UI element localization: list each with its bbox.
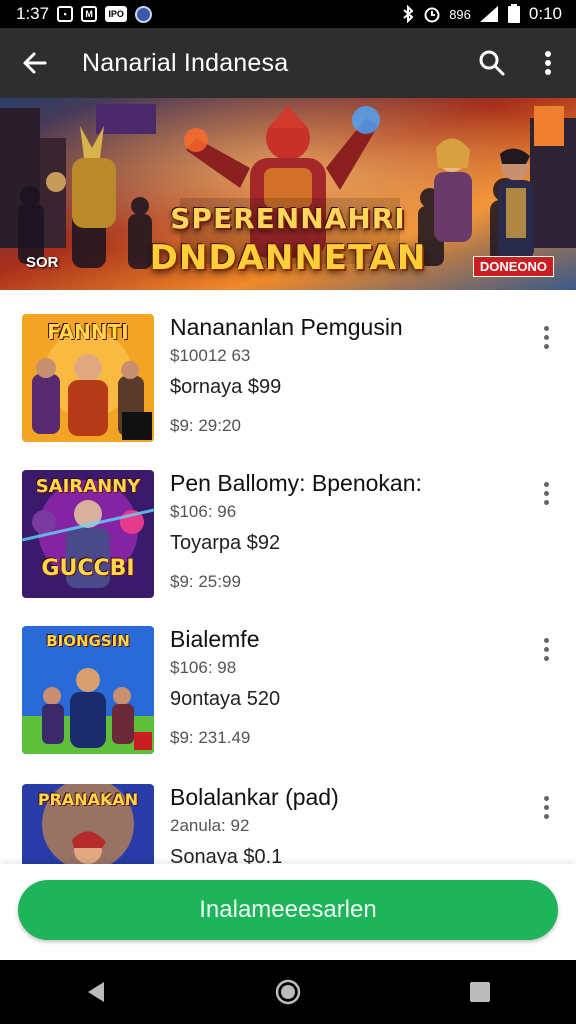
nav-recents-icon <box>470 982 490 1002</box>
game-list: FANNTI Nanananlan Pemgusin $10012 63 $or… <box>0 290 576 864</box>
primary-action-button[interactable]: Inalameeesarlen <box>18 880 558 940</box>
battery-icon <box>507 4 521 24</box>
app-box-icon: M <box>81 6 98 22</box>
game-price: $ornaya $99 <box>170 376 282 398</box>
game-thumbnail[interactable]: BIONGSIN <box>22 626 154 754</box>
game-price: Toyarpa $92 <box>170 532 281 554</box>
system-nav-bar <box>0 960 576 1024</box>
game-title: Bolalankar (pad) <box>170 784 339 810</box>
game-price: Sonaya $0.1 <box>170 846 283 864</box>
bottom-action-area: Inalameeesarlen <box>0 864 576 960</box>
list-item[interactable]: FANNTI Nanananlan Pemgusin $10012 63 $or… <box>0 290 576 446</box>
game-price: 9ontaya 520 <box>170 688 281 710</box>
thumbnail-title: FANNTI <box>47 320 129 344</box>
game-thumbnail[interactable]: PRANAKAN <box>22 784 154 864</box>
more-vert-icon <box>543 481 549 487</box>
browser-icon <box>135 5 153 23</box>
item-more-button[interactable] <box>534 632 558 666</box>
game-meta: $106: 98 <box>170 658 237 677</box>
status-time: 1:37 <box>16 4 50 23</box>
game-meta: $10012 63 <box>170 346 251 365</box>
thumbnail-title: PRANAKAN <box>37 790 139 809</box>
nav-home-icon <box>275 979 301 1005</box>
banner-badge: DONEONO <box>472 256 554 277</box>
notification-icon: IPO <box>105 6 128 22</box>
thumbnail-title: BIONGSIN <box>46 632 130 650</box>
nfc-icon: 896 <box>449 6 471 22</box>
more-vert-icon <box>545 51 551 75</box>
nav-recents-button[interactable] <box>448 960 512 1024</box>
status-right: 896 0:10 <box>401 4 562 24</box>
game-thumbnail[interactable]: FANNTI <box>22 314 154 442</box>
search-button[interactable] <box>464 28 520 98</box>
more-vert-icon <box>543 795 549 801</box>
game-title: Pen Ballomy: Bpenokan: <box>170 470 422 496</box>
status-time-right: 0:10 <box>528 4 562 23</box>
back-button[interactable] <box>0 28 70 98</box>
list-item[interactable]: PRANAKAN Bolalankar (pad) 2anula: 92 Son… <box>0 760 576 864</box>
item-more-button[interactable] <box>534 320 558 354</box>
item-more-button[interactable] <box>534 476 558 510</box>
thumbnail-title: GUCCBI <box>41 556 135 581</box>
alarm-icon <box>423 5 441 23</box>
nav-home-button[interactable] <box>256 960 320 1024</box>
bluetooth-icon <box>401 5 415 23</box>
game-time: $9: 29:20 <box>170 416 241 435</box>
app-bar: Nanarial Indanesa <box>0 28 576 98</box>
thumbnail-title-top: SAIRANNY <box>35 476 141 497</box>
app-box-icon: ▪ <box>57 6 74 22</box>
game-thumbnail[interactable]: SAIRANNY GUCCBI <box>22 470 154 598</box>
banner-title: SPERENNAHRI <box>170 202 406 235</box>
game-title: Bialemfe <box>170 626 260 652</box>
page-title: Nanarial Indanesa <box>82 48 289 77</box>
list-item[interactable]: BIONGSIN Bialemfe $106: 98 9ontaya 520 $… <box>0 602 576 758</box>
banner-tag-left: SOR <box>26 254 59 271</box>
more-menu-button[interactable] <box>520 28 576 98</box>
game-meta: $106: 96 <box>170 502 237 521</box>
game-meta: 2anula: 92 <box>170 816 250 835</box>
more-vert-icon <box>543 637 549 643</box>
hero-banner[interactable]: SPERENNAHRI DNDANNETAN SOR DONEONO <box>0 98 576 290</box>
game-time: $9: 25:99 <box>170 572 241 591</box>
item-more-button[interactable] <box>534 790 558 824</box>
back-arrow-icon <box>23 52 47 74</box>
status-left: 1:37 ▪ M IPO <box>16 4 153 24</box>
nav-back-button[interactable] <box>64 960 128 1024</box>
more-vert-icon <box>543 325 549 331</box>
status-bar: 1:37 ▪ M IPO 896 0:10 <box>0 0 576 28</box>
game-title: Nanananlan Pemgusin <box>170 314 403 340</box>
list-item[interactable]: SAIRANNY GUCCBI Pen Ballomy: Bpenokan: $… <box>0 446 576 602</box>
game-time: $9: 231.49 <box>170 728 251 747</box>
search-icon <box>479 50 505 76</box>
signal-icon <box>479 5 499 23</box>
nav-back-icon <box>88 982 104 1002</box>
